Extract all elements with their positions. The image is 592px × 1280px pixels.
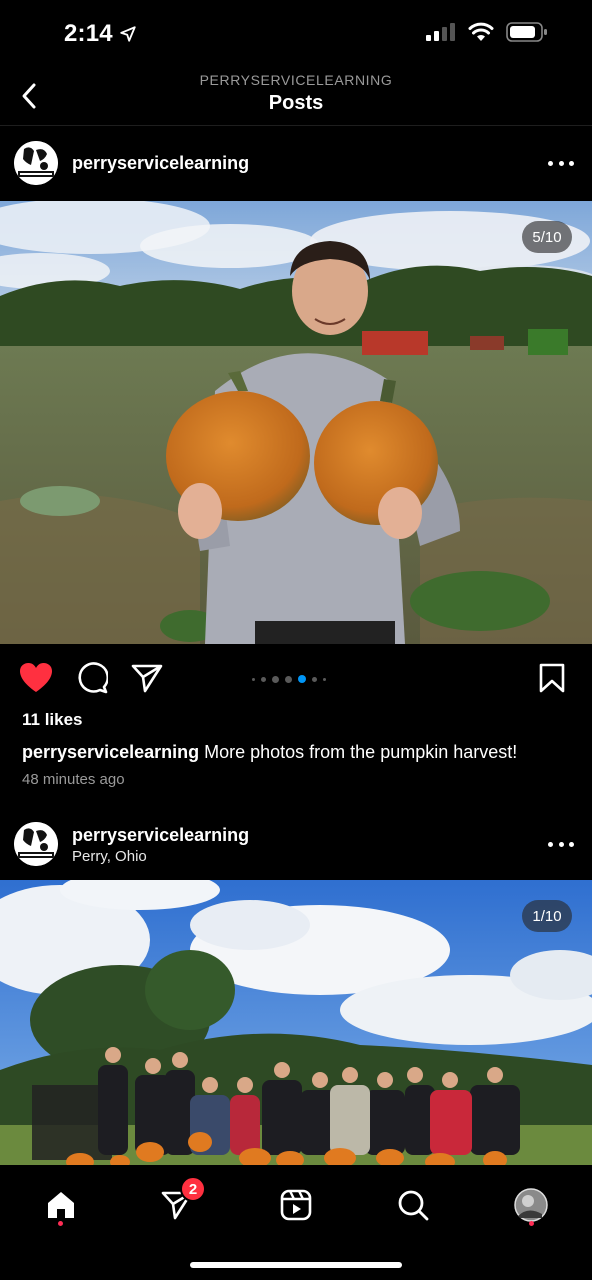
caption-username[interactable]: perryservicelearning: [22, 742, 199, 762]
bookmark-icon: [539, 663, 565, 693]
carousel-dot: [312, 676, 317, 682]
wifi-icon: [468, 22, 494, 41]
home-indicator: [190, 1262, 402, 1268]
carousel-dot: [261, 676, 266, 682]
carousel-dot: [252, 677, 255, 681]
post-timestamp: 48 minutes ago: [22, 771, 125, 788]
more-dot: [569, 160, 574, 166]
carousel-dot: [285, 675, 292, 683]
more-dot: [558, 841, 564, 847]
post-image[interactable]: 5/10: [0, 201, 592, 644]
header-account-name: PERRYSERVICELEARNING: [199, 72, 393, 88]
post-caption: perryservicelearning More photos from th…: [22, 740, 572, 764]
carousel-dot: [323, 677, 326, 681]
paper-plane-icon: [131, 664, 163, 693]
clock: 2:14: [64, 20, 137, 48]
group-photo: [0, 880, 592, 1165]
post-header: perryservicelearning Perry, Ohio: [0, 808, 592, 880]
caption-text: More photos from the pumpkin harvest!: [199, 742, 518, 762]
image-counter: 5/10: [522, 221, 572, 253]
avatar[interactable]: [14, 141, 58, 185]
notification-badge: 2: [180, 1176, 206, 1202]
carousel-dot-active: [298, 675, 306, 683]
save-button[interactable]: [534, 660, 570, 696]
tab-reels[interactable]: [269, 1180, 323, 1230]
profile-avatar: [514, 1188, 548, 1222]
more-dot: [569, 841, 574, 847]
reels-icon: [280, 1189, 312, 1221]
more-dot: [548, 841, 553, 847]
post-location[interactable]: Perry, Ohio: [72, 848, 147, 865]
post-image[interactable]: 1/10: [0, 880, 592, 1165]
heart-icon: [20, 663, 52, 692]
avatar[interactable]: [14, 822, 58, 866]
status-icons: [426, 22, 548, 42]
tab-search[interactable]: [386, 1180, 440, 1230]
active-tab-dot: [58, 1221, 63, 1226]
post-username[interactable]: perryservicelearning: [72, 825, 249, 846]
clock-time: 2:14: [64, 20, 113, 47]
like-button[interactable]: [18, 660, 54, 696]
cellular-signal-icon: [426, 23, 455, 41]
service-learning-logo: [14, 822, 58, 866]
likes-count[interactable]: 11 likes: [22, 710, 83, 730]
post-header: perryservicelearning: [0, 127, 592, 199]
battery-icon: [506, 22, 547, 42]
location-arrow-icon: [120, 26, 136, 42]
pumpkin-photo: [0, 201, 592, 644]
page-title: Posts: [268, 92, 324, 114]
comment-icon: [78, 662, 108, 694]
profile-notification-dot: [529, 1221, 534, 1226]
image-counter: 1/10: [522, 900, 572, 932]
search-icon: [398, 1190, 429, 1221]
carousel-dot: [272, 675, 279, 683]
share-button[interactable]: [129, 660, 165, 696]
more-options-button[interactable]: [548, 834, 574, 854]
status-bar: 2:14: [0, 0, 592, 66]
comment-button[interactable]: [74, 660, 110, 696]
home-icon: [48, 1192, 74, 1218]
nav-header: PERRYSERVICELEARNING Posts: [0, 66, 592, 126]
post-username[interactable]: perryservicelearning: [72, 153, 249, 174]
more-dot: [558, 160, 564, 166]
more-dot: [548, 160, 553, 166]
service-learning-logo: [14, 141, 58, 185]
more-options-button[interactable]: [548, 153, 574, 173]
post-action-bar: [0, 650, 592, 706]
carousel-indicator: [252, 675, 326, 683]
